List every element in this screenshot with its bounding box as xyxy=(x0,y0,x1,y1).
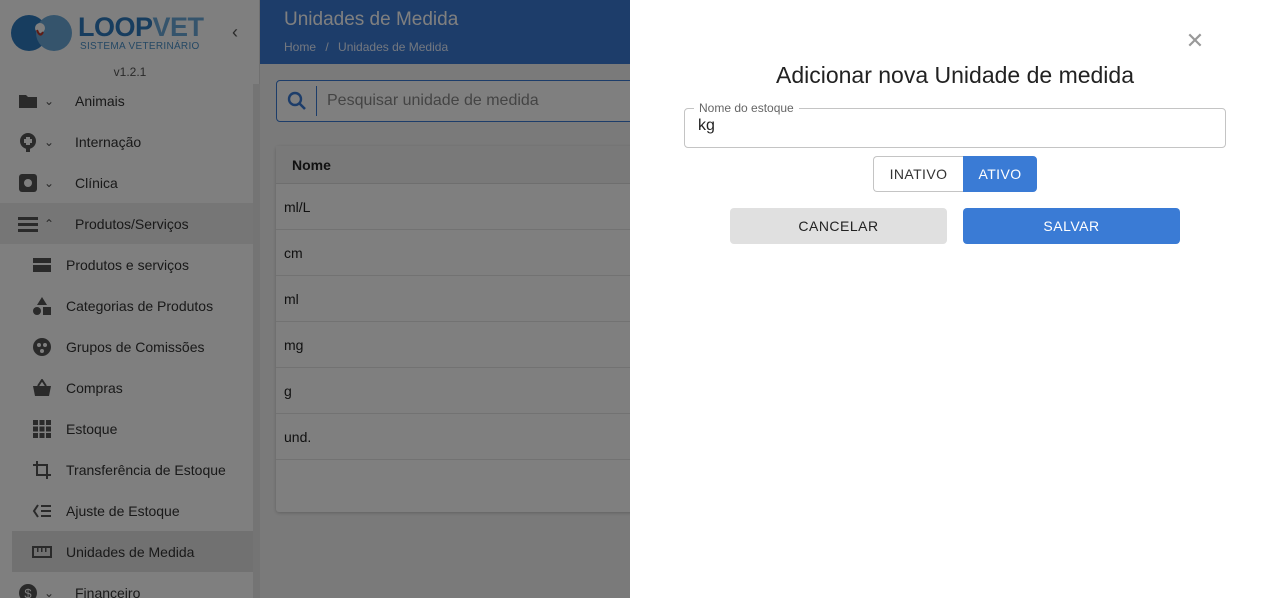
save-button[interactable]: SALVAR xyxy=(963,208,1180,244)
active-toggle-button[interactable]: ATIVO xyxy=(963,156,1037,192)
drawer-title: Adicionar nova Unidade de medida xyxy=(775,62,1135,88)
status-toggle: INATIVO ATIVO xyxy=(873,156,1037,192)
cancel-button[interactable]: CANCELAR xyxy=(730,208,947,244)
stock-name-field: Nome do estoque xyxy=(684,101,1226,148)
stock-name-label: Nome do estoque xyxy=(694,101,799,115)
close-icon[interactable]: ✕ xyxy=(1184,30,1206,52)
stock-name-input[interactable] xyxy=(698,117,1208,135)
inactive-toggle-button[interactable]: INATIVO xyxy=(873,156,963,192)
modal-backdrop[interactable] xyxy=(0,0,630,598)
add-unit-drawer: ✕ Adicionar nova Unidade de medida Nome … xyxy=(630,0,1280,598)
